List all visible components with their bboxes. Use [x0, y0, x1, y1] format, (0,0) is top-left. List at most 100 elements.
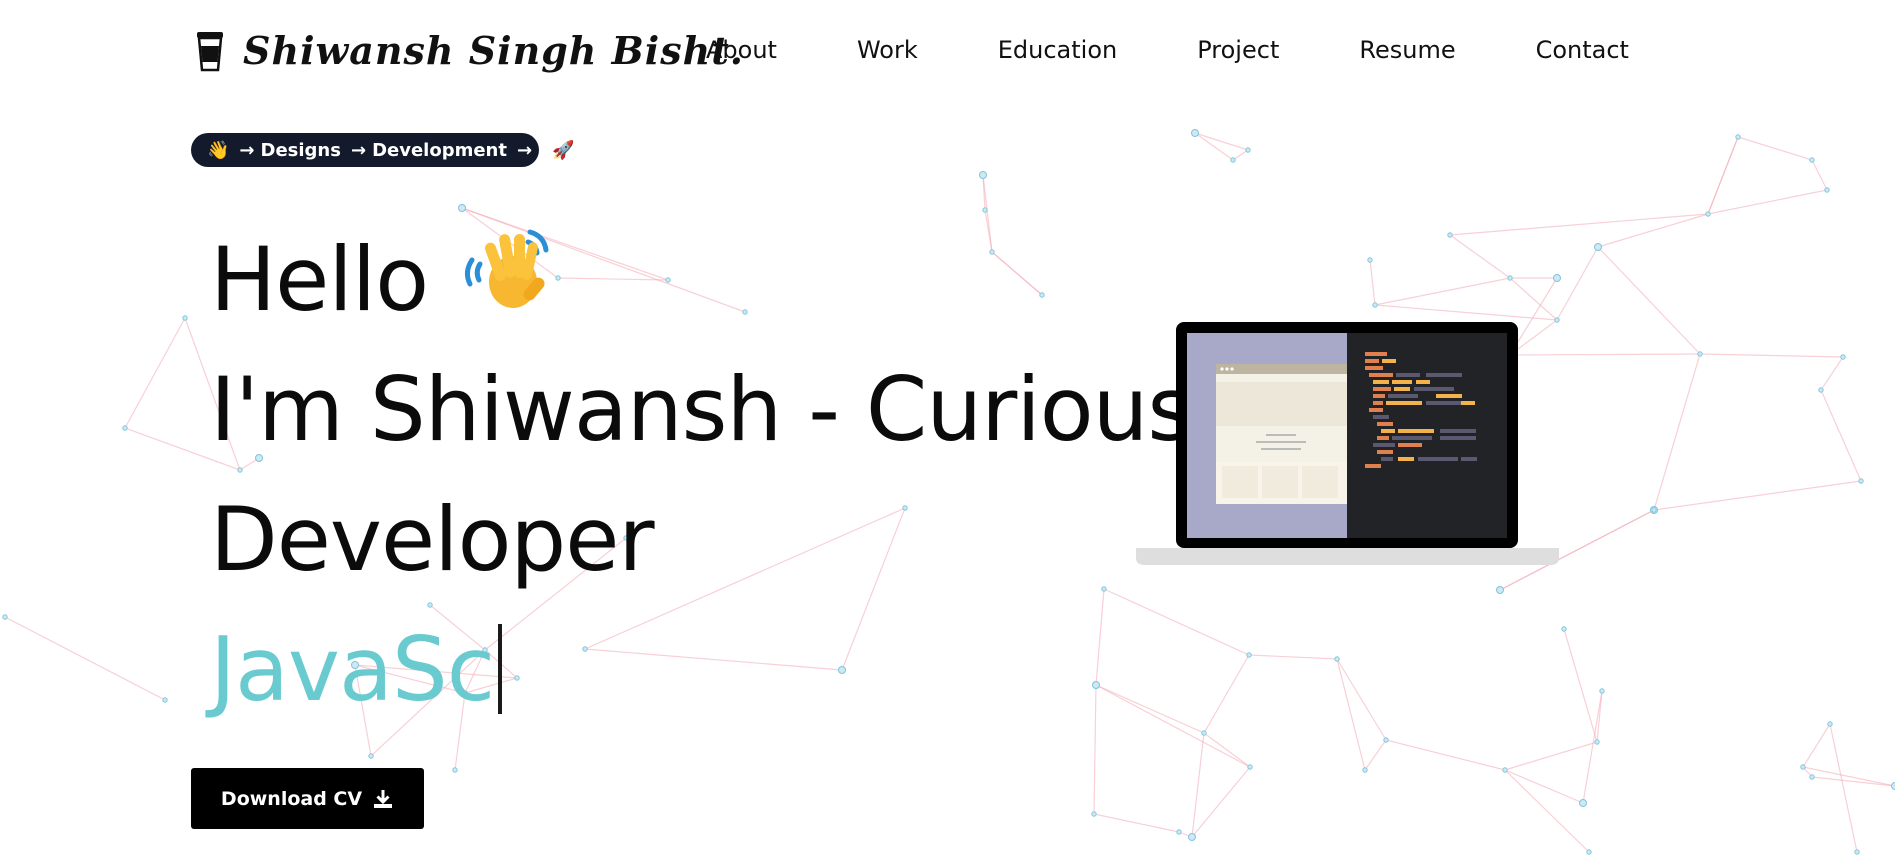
- network-link: [1509, 277, 1558, 321]
- download-cv-button[interactable]: Download CV: [191, 768, 424, 829]
- network-link: [1336, 658, 1366, 771]
- network-node: [162, 697, 168, 703]
- laptop-illustration: [1136, 322, 1559, 565]
- download-icon: [374, 789, 393, 808]
- nav-item-work[interactable]: Work: [857, 30, 918, 70]
- arrow-icon: →: [350, 139, 367, 161]
- brand-name: Shiwansh Singh Bisht.: [243, 27, 745, 73]
- network-node: [1372, 302, 1378, 308]
- network-link: [1582, 690, 1603, 804]
- network-link: [1364, 739, 1387, 771]
- network-link: [1737, 136, 1813, 161]
- nav-item-education[interactable]: Education: [998, 30, 1117, 70]
- nav-item-resume[interactable]: Resume: [1359, 30, 1455, 70]
- network-node: [1188, 833, 1196, 841]
- network-link: [1191, 732, 1205, 838]
- network-node: [1383, 737, 1389, 743]
- network-link: [1336, 658, 1387, 741]
- network-node: [1840, 354, 1846, 360]
- network-node: [452, 767, 458, 773]
- hero-greeting-line: Hello: [210, 215, 1192, 345]
- network-node: [1651, 507, 1657, 513]
- network-node: [1561, 626, 1567, 632]
- network-node: [1502, 767, 1508, 773]
- network-node: [182, 315, 188, 321]
- network-node: [1824, 187, 1830, 193]
- network-link: [1203, 732, 1251, 768]
- network-node: [368, 753, 374, 759]
- network-link: [1385, 739, 1506, 771]
- network-node: [1367, 257, 1373, 263]
- network-link: [1699, 353, 1844, 358]
- network-node: [1245, 147, 1251, 153]
- network-node: [1091, 811, 1097, 817]
- rocket-icon: 🚀: [552, 139, 575, 161]
- network-node: [1447, 232, 1453, 238]
- network-node: [1191, 129, 1199, 137]
- network-link: [1820, 389, 1862, 482]
- network-node: [979, 171, 987, 179]
- network-node: [1246, 652, 1252, 658]
- site-header: Shiwansh Singh Bisht. About Work Educati…: [0, 0, 1895, 100]
- network-node: [1362, 767, 1368, 773]
- network-link: [1504, 769, 1590, 853]
- tagline-designs: Designs: [260, 139, 341, 161]
- network-link: [1597, 246, 1701, 355]
- network-node: [1858, 478, 1864, 484]
- nav-item-contact[interactable]: Contact: [1536, 30, 1629, 70]
- typewriter-text: JavaSc: [210, 618, 495, 721]
- network-node: [1579, 799, 1587, 807]
- network-link: [1449, 234, 1511, 279]
- waving-hand-small-icon: 👋: [207, 139, 230, 161]
- nav-item-project[interactable]: Project: [1197, 30, 1279, 70]
- network-link: [1653, 353, 1701, 511]
- typewriter-line: JavaSc: [210, 605, 1192, 735]
- network-link: [1093, 813, 1180, 833]
- network-node: [1496, 586, 1504, 594]
- hero-greeting: Hello: [210, 228, 429, 331]
- download-cv-label: Download CV: [220, 787, 363, 810]
- network-node: [1891, 782, 1895, 790]
- nav-item-about[interactable]: About: [706, 30, 777, 70]
- hero-section: Hello I'm Shiwansh - Curious Developer J…: [210, 215, 1193, 735]
- network-link: [1811, 776, 1895, 787]
- network-node: [1176, 829, 1182, 835]
- network-node: [982, 207, 988, 213]
- network-link: [1811, 159, 1828, 191]
- network-node: [1809, 157, 1815, 163]
- network-node: [1334, 656, 1340, 662]
- network-node: [1809, 774, 1815, 780]
- network-link: [1449, 213, 1709, 236]
- network-link: [1194, 132, 1234, 161]
- network-link: [1820, 356, 1844, 391]
- network-node: [1800, 764, 1806, 770]
- network-link: [1563, 628, 1598, 743]
- network-node: [1599, 688, 1605, 694]
- network-link: [1191, 766, 1251, 838]
- network-node: [1827, 721, 1833, 727]
- network-link: [1504, 769, 1584, 804]
- network-node: [1247, 764, 1253, 770]
- network-link: [1374, 277, 1511, 306]
- network-node: [2, 614, 8, 620]
- brand-logo[interactable]: Shiwansh Singh Bisht.: [195, 22, 744, 78]
- network-link: [1829, 723, 1858, 853]
- network-link: [1802, 723, 1831, 768]
- network-node: [1594, 739, 1600, 745]
- network-link: [1232, 149, 1249, 161]
- network-node: [1594, 243, 1602, 251]
- network-node: [1230, 157, 1236, 163]
- network-node: [1586, 849, 1592, 855]
- network-node: [1705, 211, 1711, 217]
- typing-caret: [498, 624, 503, 714]
- network-link: [1194, 132, 1249, 151]
- network-node: [1697, 351, 1703, 357]
- main-nav: About Work Education Project Resume Cont…: [706, 30, 1709, 70]
- coffee-cup-icon: [197, 32, 223, 72]
- network-link: [1203, 654, 1250, 734]
- network-link: [1802, 766, 1895, 787]
- network-node: [458, 204, 466, 212]
- tagline-development: Development: [372, 139, 507, 161]
- tagline-pill: 👋 → Designs → Development → 🚀: [191, 133, 574, 167]
- network-node: [122, 425, 128, 431]
